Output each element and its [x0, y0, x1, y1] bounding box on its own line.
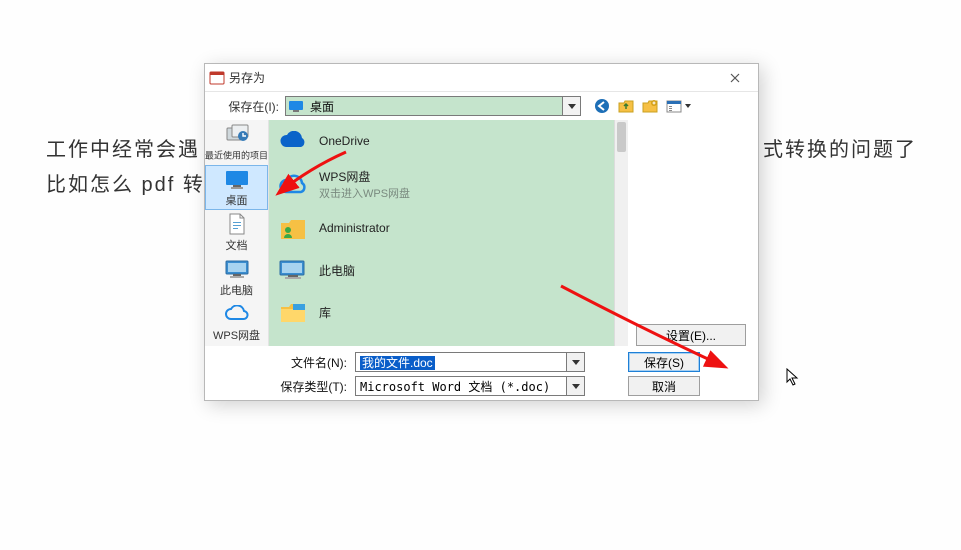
scrollbar[interactable] — [614, 120, 628, 346]
chevron-down-icon[interactable] — [566, 353, 584, 371]
sidebar-item-label: WPS网盘 — [213, 327, 260, 343]
bg-line1-left: 工作中经常会遇 — [46, 133, 200, 167]
sidebar-item-label: 此电脑 — [220, 282, 253, 298]
list-item-label: OneDrive — [319, 134, 370, 148]
settings-button-label: 设置(E)... — [666, 327, 716, 344]
filename-label: 文件名(N): — [275, 354, 347, 371]
desktop-icon — [224, 168, 250, 190]
bg-line1-right: 式转换的问题了 — [763, 133, 917, 167]
sidebar-item-recent[interactable]: 最近使用的项目 — [205, 120, 268, 165]
right-panel: 设置(E)... — [628, 120, 758, 346]
new-folder-icon[interactable] — [641, 97, 659, 115]
chevron-down-icon[interactable] — [562, 97, 580, 115]
save-button[interactable]: 保存(S) — [628, 352, 700, 372]
footer-buttons: 保存(S) 取消 — [622, 352, 752, 396]
filetype-input[interactable]: Microsoft Word 文档 (*.doc) — [355, 376, 585, 396]
filetype-label: 保存类型(T): — [275, 378, 347, 395]
list-item[interactable]: WPS网盘 双击进入WPS网盘 — [269, 162, 628, 207]
desktop-icon — [288, 99, 306, 113]
computer-icon — [224, 258, 250, 280]
list-item[interactable]: Administrator — [269, 207, 628, 249]
list-item-label: 库 — [319, 306, 331, 320]
cloud-icon — [224, 303, 250, 325]
dialog-body: 最近使用的项目 桌面 文档 此电脑 — [205, 120, 758, 346]
list-item[interactable]: 此电脑 — [269, 249, 628, 291]
sidebar-item-wps-cloud[interactable]: WPS网盘 — [205, 301, 268, 346]
sidebar-item-label: 文档 — [226, 237, 248, 253]
user-folder-icon — [277, 213, 309, 243]
recent-icon — [224, 123, 250, 145]
list-item[interactable]: OneDrive — [269, 120, 628, 162]
chevron-down-icon[interactable] — [566, 377, 584, 395]
sidebar-item-label: 桌面 — [226, 192, 248, 208]
cursor-icon — [786, 368, 800, 386]
sidebar-item-this-pc[interactable]: 此电脑 — [205, 256, 268, 301]
filename-input[interactable]: 我的文件.doc — [355, 352, 585, 372]
save-as-dialog: 另存为 保存在(I): 桌面 — [204, 63, 759, 401]
sidebar-item-desktop[interactable]: 桌面 — [205, 165, 268, 210]
titlebar: 另存为 — [205, 64, 758, 92]
save-in-label: 保存在(I): — [213, 98, 279, 115]
app-icon — [209, 70, 225, 86]
filetype-value: Microsoft Word 文档 (*.doc) — [356, 378, 566, 395]
list-item-label: Administrator — [319, 221, 390, 235]
file-list[interactable]: OneDrive WPS网盘 双击进入WPS网盘 Administrator — [269, 120, 628, 346]
location-combo[interactable]: 桌面 — [285, 96, 581, 116]
bg-line2: 比如怎么 pdf 转 — [46, 168, 205, 202]
document-icon — [224, 213, 250, 235]
computer-icon — [277, 255, 309, 285]
filename-value: 我的文件.doc — [360, 356, 435, 370]
places-sidebar: 最近使用的项目 桌面 文档 此电脑 — [205, 120, 269, 346]
sidebar-item-documents[interactable]: 文档 — [205, 210, 268, 255]
dialog-footer: 文件名(N): 我的文件.doc 保存类型(T): Microsoft Word… — [205, 346, 758, 400]
sidebar-item-label: 最近使用的项目 — [205, 148, 268, 161]
list-item-label: WPS网盘 — [319, 168, 410, 185]
libraries-icon — [277, 297, 309, 327]
up-folder-icon[interactable] — [617, 97, 635, 115]
toolbar: 保存在(I): 桌面 — [205, 92, 758, 120]
list-item-label: 此电脑 — [319, 264, 355, 278]
list-item-sub: 双击进入WPS网盘 — [319, 185, 410, 201]
view-menu[interactable] — [665, 97, 692, 115]
dialog-title: 另存为 — [229, 69, 718, 86]
scrollbar-thumb[interactable] — [617, 122, 626, 152]
list-item[interactable]: 库 — [269, 291, 628, 333]
wps-cloud-icon — [277, 170, 309, 200]
view-icon — [665, 97, 683, 115]
cancel-button[interactable]: 取消 — [628, 376, 700, 396]
form: 文件名(N): 我的文件.doc 保存类型(T): Microsoft Word… — [275, 352, 622, 396]
save-button-label: 保存(S) — [644, 354, 684, 371]
back-icon[interactable] — [593, 97, 611, 115]
toolbar-icons — [593, 97, 692, 115]
cancel-button-label: 取消 — [652, 378, 676, 395]
location-text: 桌面 — [306, 98, 562, 115]
settings-button[interactable]: 设置(E)... — [636, 324, 746, 346]
onedrive-icon — [277, 126, 309, 156]
close-button[interactable] — [718, 67, 752, 89]
chevron-down-icon — [683, 97, 692, 115]
